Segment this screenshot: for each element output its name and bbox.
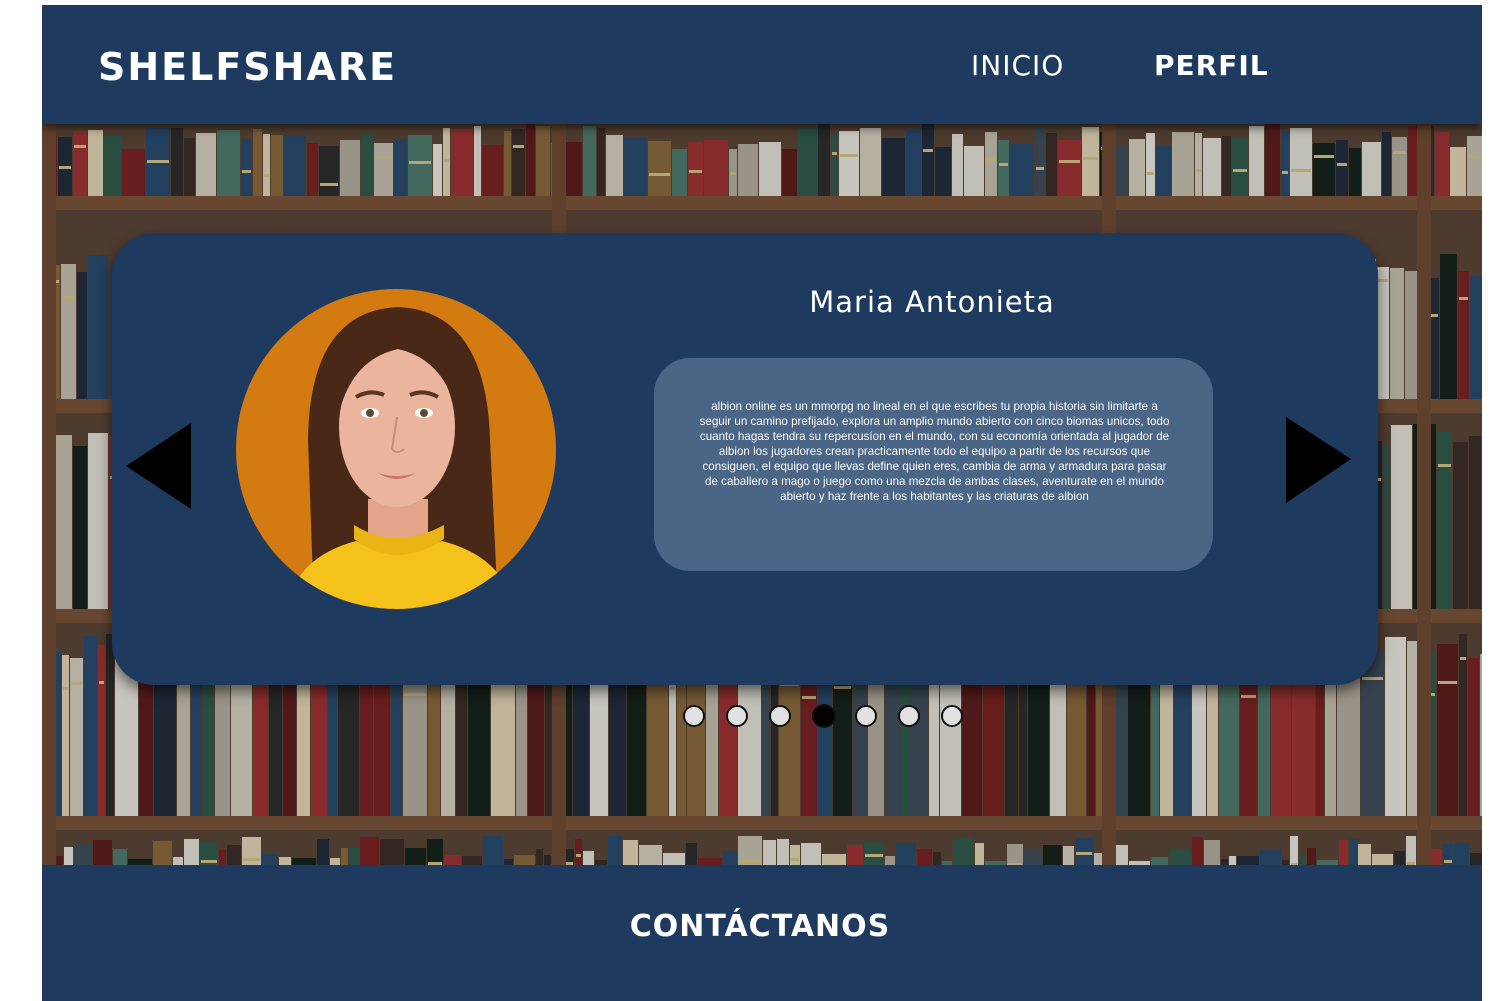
next-arrow-icon[interactable] [1284, 415, 1352, 507]
nav-link-perfil[interactable]: PERFIL [1154, 49, 1269, 82]
bio-box: albion online es un mmorpg no lineal en … [654, 358, 1213, 571]
contact-link[interactable]: CONTÁCTANOS [42, 909, 1478, 944]
carousel-dot[interactable] [683, 705, 705, 727]
brand-logo[interactable]: SHELFSHARE [98, 45, 397, 89]
carousel-dot[interactable] [726, 705, 748, 727]
profile-card: Maria Antonieta albion online es un mmor… [112, 233, 1378, 685]
carousel-dot[interactable] [812, 704, 836, 728]
carousel-dot[interactable] [855, 705, 877, 727]
page: SHELFSHARE INICIO PERFIL Maria Antonieta… [42, 5, 1482, 1001]
top-navbar: SHELFSHARE INICIO PERFIL [42, 5, 1482, 124]
profile-avatar [236, 289, 556, 609]
carousel-dot[interactable] [898, 705, 920, 727]
carousel-dot[interactable] [769, 705, 791, 727]
bio-text: albion online es un mmorpg no lineal en … [699, 400, 1170, 503]
footer: CONTÁCTANOS [42, 865, 1482, 1001]
profile-name: Maria Antonieta [809, 285, 1055, 319]
carousel-dot[interactable] [941, 705, 963, 727]
nav-link-inicio[interactable]: INICIO [971, 49, 1064, 82]
previous-arrow-icon[interactable] [126, 423, 192, 515]
